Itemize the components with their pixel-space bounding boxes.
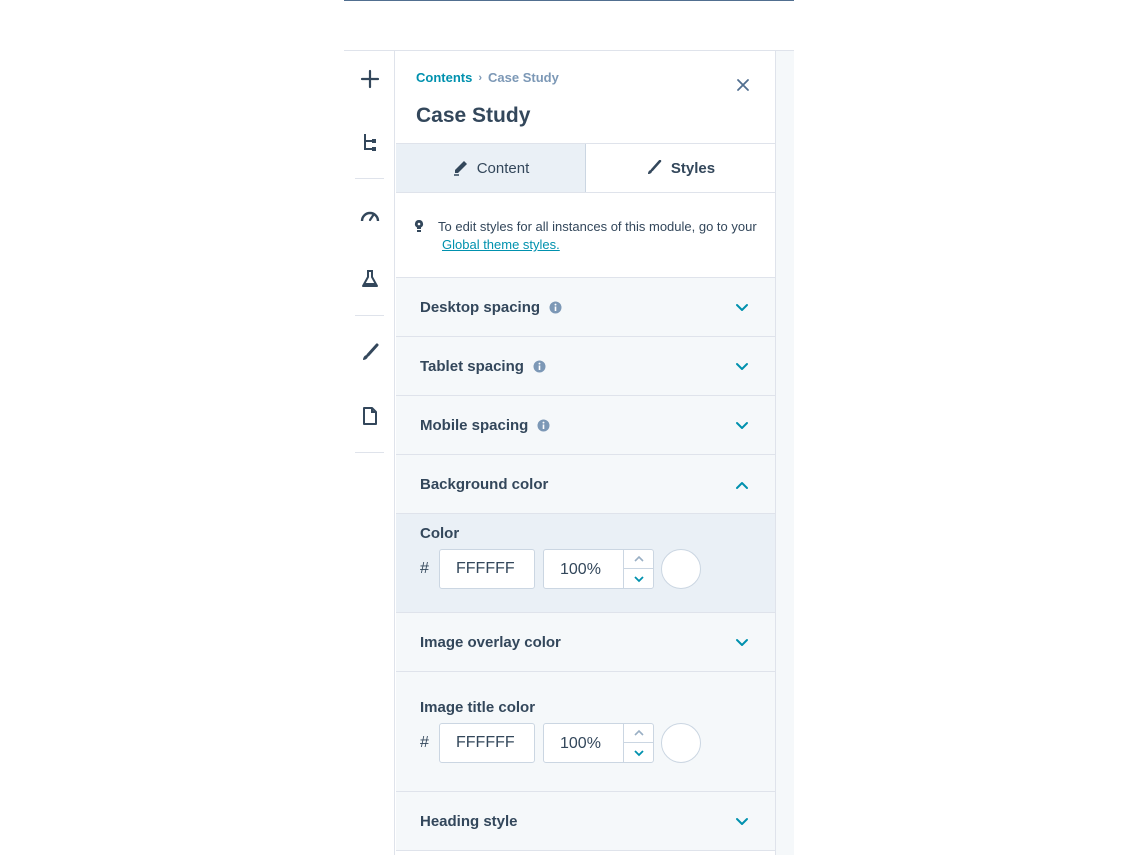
top-divider	[344, 0, 794, 1]
section-label: Desktop spacing	[420, 298, 541, 316]
global-styles-notice: To edit styles for all instances of this…	[396, 193, 775, 278]
image-title-color-label: Image title color	[420, 699, 536, 716]
tab-content-label: Content	[476, 159, 530, 177]
opacity-value: 100%	[560, 561, 601, 578]
stepper-up-icon[interactable]	[624, 550, 653, 569]
hex-color-input[interactable]: FFFFFF	[439, 549, 535, 589]
hash-symbol: #	[420, 734, 429, 751]
hex-color-input[interactable]: FFFFFF	[439, 723, 535, 763]
gauge-icon[interactable]	[358, 204, 382, 228]
stepper-up-icon[interactable]	[624, 724, 653, 743]
bulb-icon	[414, 219, 424, 232]
breadcrumb: Contents › Case Study	[416, 70, 559, 85]
heading-style-header[interactable]: Heading style	[396, 792, 775, 851]
flask-icon[interactable]	[358, 267, 382, 291]
color-swatch[interactable]	[661, 549, 701, 589]
tab-styles[interactable]: Styles	[586, 144, 775, 192]
brush-icon	[647, 160, 662, 174]
info-icon[interactable]	[537, 419, 550, 432]
toolbar-divider	[355, 452, 384, 453]
page-icon[interactable]	[358, 404, 382, 428]
opacity-value: 100%	[560, 735, 601, 752]
stepper-down-icon[interactable]	[624, 743, 653, 762]
color-swatch[interactable]	[661, 723, 701, 763]
image-title-color-body: Image title color # FFFFFF 100%	[396, 672, 775, 792]
panel-tabs: Content Styles	[396, 144, 775, 193]
section-label: Heading style	[420, 812, 518, 830]
left-toolbar	[344, 51, 395, 855]
section-label: Background color	[420, 475, 549, 493]
chevron-down-icon[interactable]	[734, 418, 750, 434]
chevron-down-icon[interactable]	[734, 359, 750, 375]
chevron-down-icon[interactable]	[734, 814, 750, 830]
breadcrumb-current: Case Study	[488, 70, 559, 85]
opacity-input[interactable]: 100%	[543, 723, 654, 763]
chevron-down-icon[interactable]	[734, 300, 750, 316]
info-icon[interactable]	[533, 360, 546, 373]
section-label: Mobile spacing	[420, 416, 529, 434]
add-icon[interactable]	[358, 67, 382, 91]
global-theme-styles-link[interactable]: Global theme styles.	[438, 237, 560, 252]
opacity-input[interactable]: 100%	[543, 549, 654, 589]
hash-symbol: #	[420, 560, 429, 577]
breadcrumb-separator-icon: ›	[478, 71, 483, 84]
tree-icon[interactable]	[358, 130, 382, 154]
pencil-icon	[453, 161, 467, 176]
notice-message: To edit styles for all instances of this…	[438, 219, 757, 234]
mobile-spacing-header[interactable]: Mobile spacing	[396, 396, 775, 455]
image-overlay-color-header[interactable]: Image overlay color	[396, 613, 775, 672]
toolbar-divider	[355, 315, 384, 316]
color-field-label: Color	[420, 525, 460, 542]
opacity-stepper	[623, 549, 654, 589]
breadcrumb-contents[interactable]: Contents	[416, 70, 472, 85]
section-label: Image overlay color	[420, 633, 561, 651]
preview-edge	[776, 51, 794, 855]
panel-title: Case Study	[416, 104, 531, 127]
background-color-body: Color # FFFFFF 100%	[396, 514, 775, 613]
chevron-up-icon[interactable]	[734, 477, 750, 493]
section-label: Tablet spacing	[420, 357, 524, 375]
brush-icon[interactable]	[358, 341, 382, 365]
module-panel: Contents › Case Study Case Study Content…	[396, 51, 776, 855]
toolbar-divider	[355, 178, 384, 179]
desktop-spacing-header[interactable]: Desktop spacing	[396, 278, 775, 337]
stepper-down-icon[interactable]	[624, 569, 653, 588]
info-icon[interactable]	[549, 301, 562, 314]
background-color-header[interactable]: Background color	[396, 455, 775, 514]
tab-content[interactable]: Content	[396, 144, 586, 192]
tab-styles-label: Styles	[670, 159, 716, 177]
opacity-stepper	[623, 723, 654, 763]
chevron-down-icon[interactable]	[734, 635, 750, 651]
panel-header: Contents › Case Study Case Study	[396, 51, 775, 144]
close-icon[interactable]	[735, 77, 751, 93]
tablet-spacing-header[interactable]: Tablet spacing	[396, 337, 775, 396]
editor-frame: Contents › Case Study Case Study Content…	[344, 50, 794, 855]
notice-text: To edit styles for all instances of this…	[438, 218, 758, 254]
